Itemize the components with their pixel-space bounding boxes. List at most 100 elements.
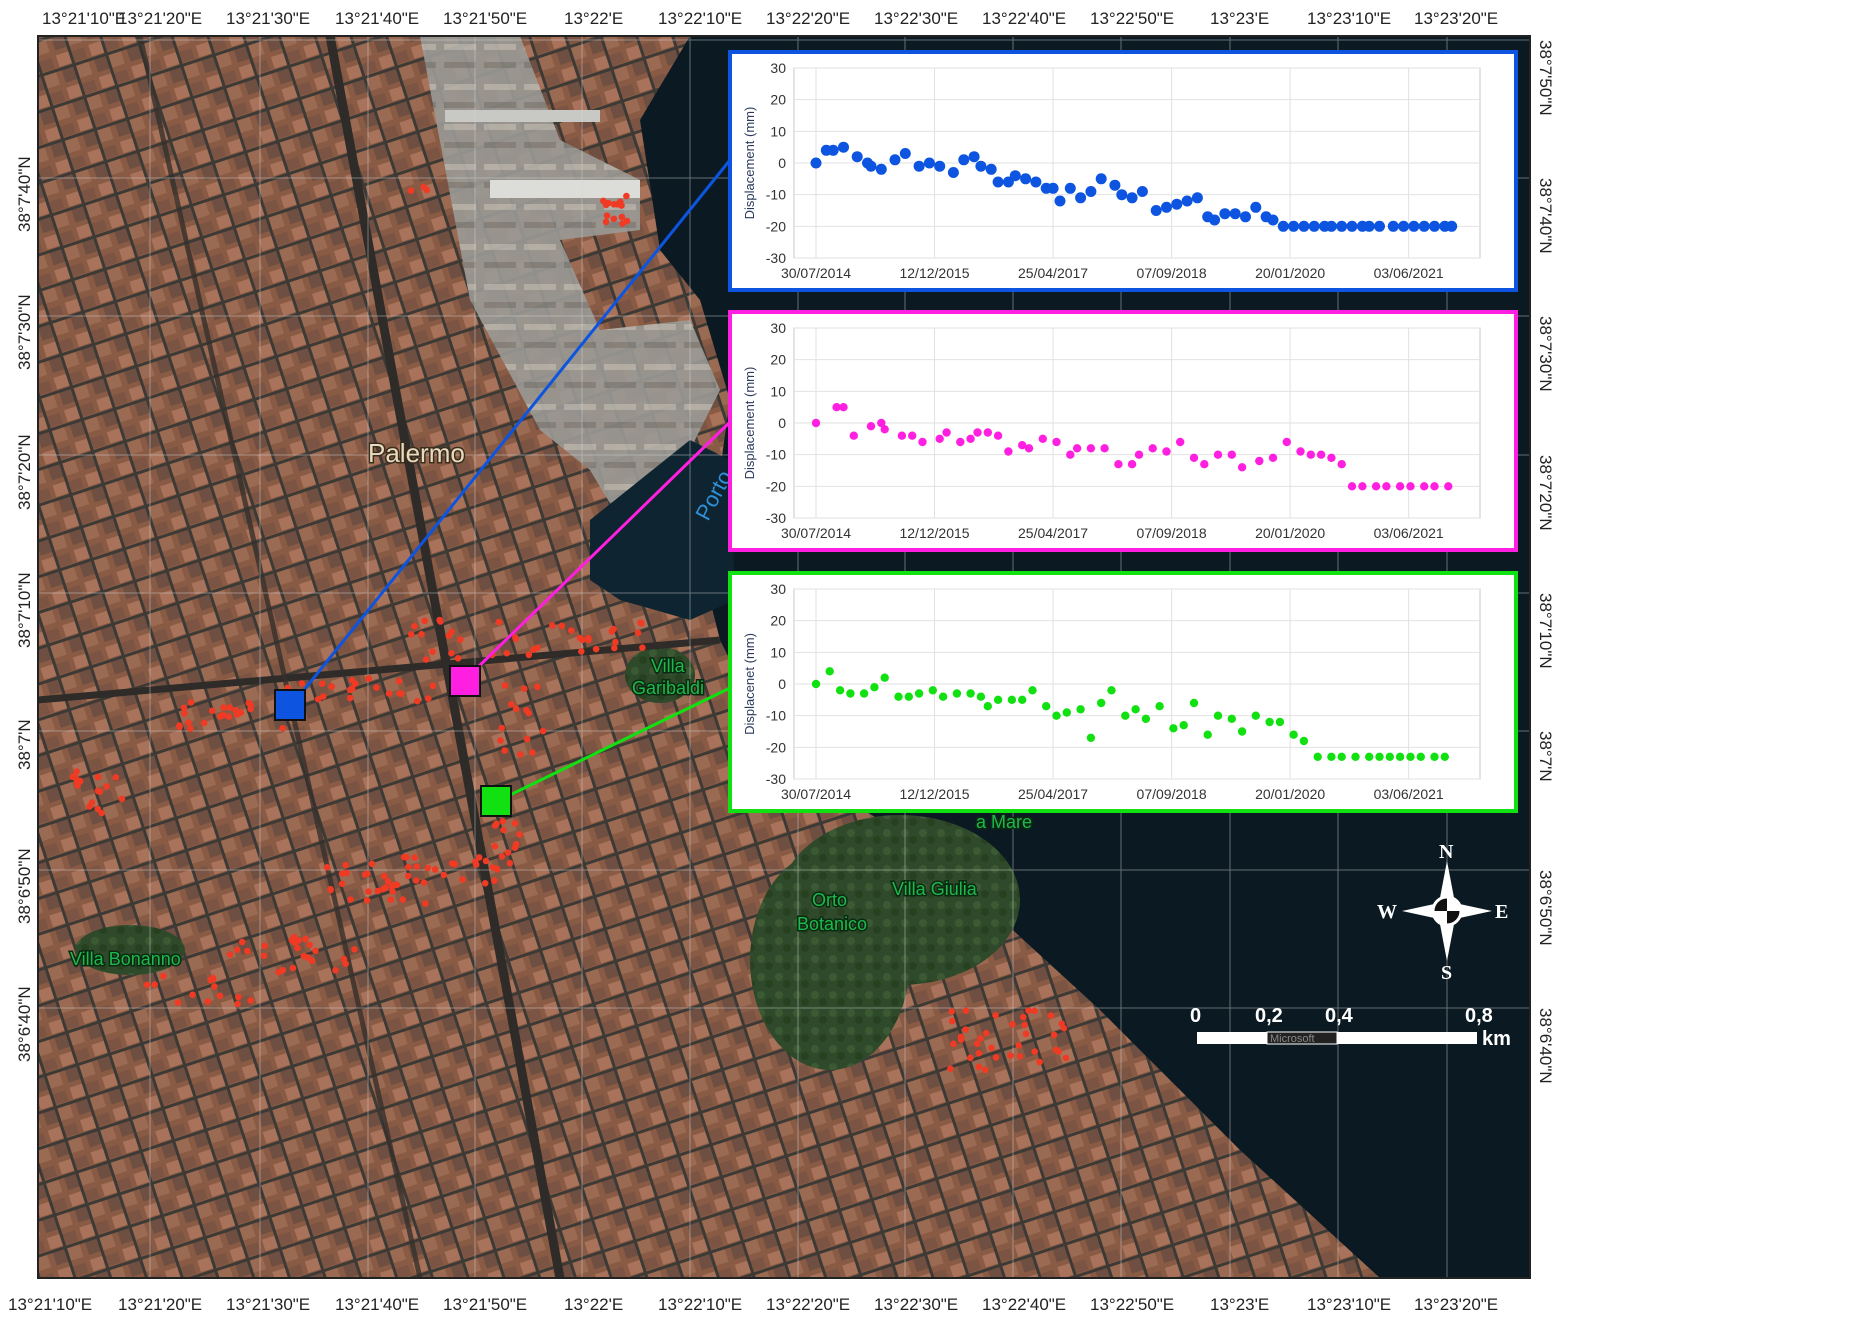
ps-point [525, 651, 533, 659]
magenta-point-marker[interactable] [449, 665, 481, 697]
data-point [1209, 214, 1221, 226]
ps-point [373, 684, 380, 691]
right-lat-label: 38°7'40"N [1536, 178, 1555, 254]
data-point [1250, 201, 1262, 213]
x-tick-label: 20/01/2020 [1255, 525, 1325, 541]
ps-point [511, 820, 519, 827]
ps-point [992, 1054, 1000, 1061]
ps-point [351, 946, 358, 953]
right-lat-label: 38°7'30"N [1536, 316, 1555, 392]
y-tick-label: -10 [766, 447, 786, 463]
ps-point [982, 1066, 989, 1074]
data-point [976, 692, 986, 701]
data-point [880, 673, 889, 682]
ps-point [365, 888, 372, 895]
ps-point [1015, 1042, 1022, 1049]
ps-point [501, 682, 509, 689]
data-point [908, 431, 917, 440]
data-point [1203, 730, 1212, 739]
ps-point [422, 656, 430, 663]
ps-point [534, 644, 541, 652]
ps-point [420, 879, 428, 886]
top-lon-label: 13°22'30"E [874, 9, 958, 28]
data-point [934, 160, 946, 172]
green-point-marker[interactable] [480, 785, 512, 817]
ps-point [187, 725, 194, 732]
data-point [1251, 711, 1261, 720]
data-point [1327, 453, 1336, 462]
x-tick-label: 25/04/2017 [1018, 525, 1088, 541]
villa-garibaldi-label: Villa [651, 656, 686, 676]
ps-point [523, 706, 530, 714]
ps-point [413, 863, 421, 870]
data-point [1095, 173, 1107, 185]
ps-point [448, 628, 455, 636]
top-lon-label: 13°21'50"E [443, 9, 527, 28]
ps-point [88, 799, 96, 806]
ps-point [448, 649, 455, 657]
ps-point [497, 737, 504, 744]
data-point [1429, 220, 1440, 232]
ps-point [413, 877, 420, 884]
ps-point [338, 880, 346, 888]
ps-point [365, 675, 373, 682]
data-point [928, 686, 937, 695]
bottom-lon-label: 13°23'10"E [1307, 1295, 1391, 1314]
top-lon-label: 13°22'20"E [766, 9, 850, 28]
y-tick-label: -20 [766, 739, 786, 755]
bottom-lon-label: 13°22'50"E [1090, 1295, 1174, 1314]
data-point [838, 141, 849, 153]
ps-point [534, 683, 541, 691]
ps-point [610, 201, 618, 208]
ps-point [368, 860, 376, 868]
top-lon-label: 13°23'20"E [1414, 9, 1498, 28]
y-tick-label: 30 [770, 320, 786, 336]
ps-point [549, 622, 556, 629]
data-point [1134, 450, 1144, 459]
ps-point [425, 695, 432, 702]
top-lon-label: 13°23'10"E [1307, 9, 1391, 28]
y-tick-label: 10 [770, 383, 786, 399]
ps-point [174, 999, 182, 1006]
ps-point [211, 983, 218, 990]
ps-point [523, 735, 531, 743]
data-point [1085, 186, 1097, 197]
data-point [1375, 752, 1384, 761]
ps-point [289, 964, 297, 972]
ps-point [948, 1008, 955, 1015]
ps-point [638, 620, 645, 627]
top-lon-label: 13°22'10"E [658, 9, 742, 28]
ps-point [185, 719, 192, 726]
data-point [1416, 752, 1426, 761]
orto-botanico-label: Botanico [797, 914, 867, 934]
top-lon-label: 13°21'10"E [42, 9, 126, 28]
ps-point [579, 636, 586, 644]
data-point [1213, 711, 1223, 720]
displacement-chart: 30 20 10 0 -10 -20 -3030/07/2014 12/12/2015 25/0… [728, 571, 1518, 813]
ps-point [208, 707, 216, 715]
data-point [938, 692, 948, 701]
ps-point [380, 872, 388, 880]
data-point [1007, 695, 1017, 704]
x-tick-label: 03/06/2021 [1374, 525, 1444, 541]
data-point [1268, 453, 1278, 462]
data-point [1313, 752, 1322, 761]
right-lat-label: 38°6'50"N [1536, 870, 1555, 946]
left-lat-label: 38°7'N [15, 719, 34, 770]
data-point [880, 425, 889, 434]
left-lat-label: 38°6'40"N [15, 986, 34, 1062]
data-point [1325, 220, 1337, 232]
data-point [1275, 717, 1285, 727]
top-lon-label: 13°21'20"E [118, 9, 202, 28]
ps-point [1022, 1030, 1030, 1038]
ps-point [440, 871, 448, 879]
ps-point [312, 947, 319, 955]
ps-point [429, 648, 436, 655]
ps-point [585, 634, 592, 642]
blue-point-marker[interactable] [274, 689, 306, 721]
data-point [1336, 220, 1348, 232]
bottom-lon-label: 13°22'20"E [766, 1295, 850, 1314]
ps-point [992, 1012, 999, 1019]
bottom-lon-label: 13°22'40"E [982, 1295, 1066, 1314]
data-point [1141, 714, 1151, 723]
